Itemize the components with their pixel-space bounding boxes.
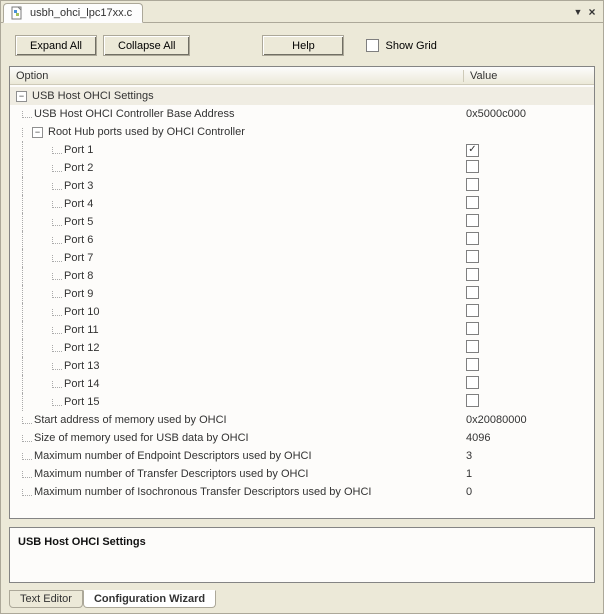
file-c-icon	[10, 6, 24, 20]
tree-label: Port 9	[62, 288, 93, 300]
column-header-option[interactable]: Option	[10, 70, 464, 82]
collapse-icon[interactable]: −	[16, 91, 27, 102]
port-checkbox[interactable]	[466, 250, 479, 263]
tree-item-port[interactable]: Port 15	[10, 393, 594, 411]
tree-item-port[interactable]: Port 7	[10, 249, 594, 267]
tree-label: Port 2	[62, 162, 93, 174]
tree-label: Port 12	[62, 342, 99, 354]
port-checkbox[interactable]	[466, 160, 479, 173]
tree-item-root[interactable]: − USB Host OHCI Settings	[10, 87, 594, 105]
port-checkbox[interactable]	[466, 304, 479, 317]
tree-value: 0	[460, 486, 590, 498]
port-checkbox[interactable]	[466, 232, 479, 245]
port-checkbox[interactable]	[466, 376, 479, 389]
tree-label: Maximum number of Transfer Descriptors u…	[32, 468, 308, 480]
tree-label: Maximum number of Isochronous Transfer D…	[32, 486, 371, 498]
port-checkbox[interactable]	[466, 286, 479, 299]
port-checkbox[interactable]: ✓	[466, 144, 479, 157]
config-tree: − USB Host OHCI Settings USB Host OHCI C…	[10, 85, 594, 518]
tree-value: 1	[460, 468, 590, 480]
tree-value: 0x5000c000	[460, 108, 590, 120]
detail-panel: USB Host OHCI Settings	[9, 527, 595, 583]
tree-label: USB Host OHCI Controller Base Address	[32, 108, 235, 120]
expand-all-button[interactable]: Expand All	[15, 35, 97, 56]
tree-item[interactable]: Size of memory used for USB data by OHCI…	[10, 429, 594, 447]
tree-value: 3	[460, 450, 590, 462]
tree-item-port[interactable]: Port 10	[10, 303, 594, 321]
tree-item-port[interactable]: Port 1 ✓	[10, 141, 594, 159]
document-tab-bar: usbh_ohci_lpc17xx.c ▼ ×	[1, 1, 603, 23]
tree-label: Port 11	[62, 324, 99, 336]
port-checkbox[interactable]	[466, 178, 479, 191]
tree-label: Port 10	[62, 306, 99, 318]
tab-close-icon[interactable]: ×	[585, 5, 599, 19]
tree-item[interactable]: Maximum number of Transfer Descriptors u…	[10, 465, 594, 483]
tree-label: Port 1	[62, 144, 93, 156]
tree-item-port[interactable]: Port 13	[10, 357, 594, 375]
port-checkbox[interactable]	[466, 268, 479, 281]
port-checkbox[interactable]	[466, 394, 479, 407]
tree-item-root-hub[interactable]: − Root Hub ports used by OHCI Controller	[10, 123, 594, 141]
help-button[interactable]: Help	[262, 35, 344, 56]
tab-label: Configuration Wizard	[94, 593, 205, 605]
tree-label: Port 15	[62, 396, 99, 408]
collapse-icon[interactable]: −	[32, 127, 43, 138]
show-grid-label: Show Grid	[385, 40, 436, 52]
tree-value: 0x20080000	[460, 414, 590, 426]
collapse-all-button[interactable]: Collapse All	[103, 35, 190, 56]
detail-panel-title: USB Host OHCI Settings	[18, 536, 146, 548]
tree-column-header: Option Value	[10, 67, 594, 85]
tree-label: Port 14	[62, 378, 99, 390]
tree-item[interactable]: Maximum number of Endpoint Descriptors u…	[10, 447, 594, 465]
tree-item[interactable]: Start address of memory used by OHCI 0x2…	[10, 411, 594, 429]
tree-item-port[interactable]: Port 3	[10, 177, 594, 195]
tree-item-port[interactable]: Port 4	[10, 195, 594, 213]
tree-label: Port 3	[62, 180, 93, 192]
tree-label: Size of memory used for USB data by OHCI	[32, 432, 249, 444]
tab-label: Text Editor	[20, 593, 72, 605]
tree-item[interactable]: USB Host OHCI Controller Base Address 0x…	[10, 105, 594, 123]
tab-configuration-wizard[interactable]: Configuration Wizard	[83, 590, 216, 608]
tree-label: Port 13	[62, 360, 99, 372]
tree-label: Root Hub ports used by OHCI Controller	[46, 126, 245, 138]
tree-label: Port 6	[62, 234, 93, 246]
tree-label: USB Host OHCI Settings	[30, 90, 154, 102]
toolbar: Expand All Collapse All Help Show Grid	[1, 23, 603, 66]
tree-value: 4096	[460, 432, 590, 444]
tree-item-port[interactable]: Port 8	[10, 267, 594, 285]
config-tree-panel: Option Value − USB Host OHCI Settings US…	[9, 66, 595, 519]
tree-item-port[interactable]: Port 6	[10, 231, 594, 249]
tree-label: Start address of memory used by OHCI	[32, 414, 227, 426]
column-header-value[interactable]: Value	[464, 70, 594, 82]
show-grid-checkbox[interactable]	[366, 39, 379, 52]
document-tab[interactable]: usbh_ohci_lpc17xx.c	[3, 3, 143, 23]
tree-item-port[interactable]: Port 12	[10, 339, 594, 357]
tree-item-port[interactable]: Port 9	[10, 285, 594, 303]
document-tab-label: usbh_ohci_lpc17xx.c	[30, 7, 132, 19]
tab-dropdown-icon[interactable]: ▼	[571, 5, 585, 19]
port-checkbox[interactable]	[466, 322, 479, 335]
tree-item-port[interactable]: Port 2	[10, 159, 594, 177]
tree-item-port[interactable]: Port 14	[10, 375, 594, 393]
tab-text-editor[interactable]: Text Editor	[9, 590, 83, 608]
tree-item-port[interactable]: Port 11	[10, 321, 594, 339]
tree-label: Port 7	[62, 252, 93, 264]
port-checkbox[interactable]	[466, 358, 479, 371]
tree-item-port[interactable]: Port 5	[10, 213, 594, 231]
tree-label: Port 8	[62, 270, 93, 282]
tree-label: Port 4	[62, 198, 93, 210]
port-checkbox[interactable]	[466, 196, 479, 209]
port-checkbox[interactable]	[466, 214, 479, 227]
view-tab-bar: Text Editor Configuration Wizard	[1, 591, 603, 613]
show-grid-option[interactable]: Show Grid	[366, 39, 436, 52]
port-checkbox[interactable]	[466, 340, 479, 353]
tree-label: Port 5	[62, 216, 93, 228]
tree-label: Maximum number of Endpoint Descriptors u…	[32, 450, 312, 462]
tree-item[interactable]: Maximum number of Isochronous Transfer D…	[10, 483, 594, 501]
